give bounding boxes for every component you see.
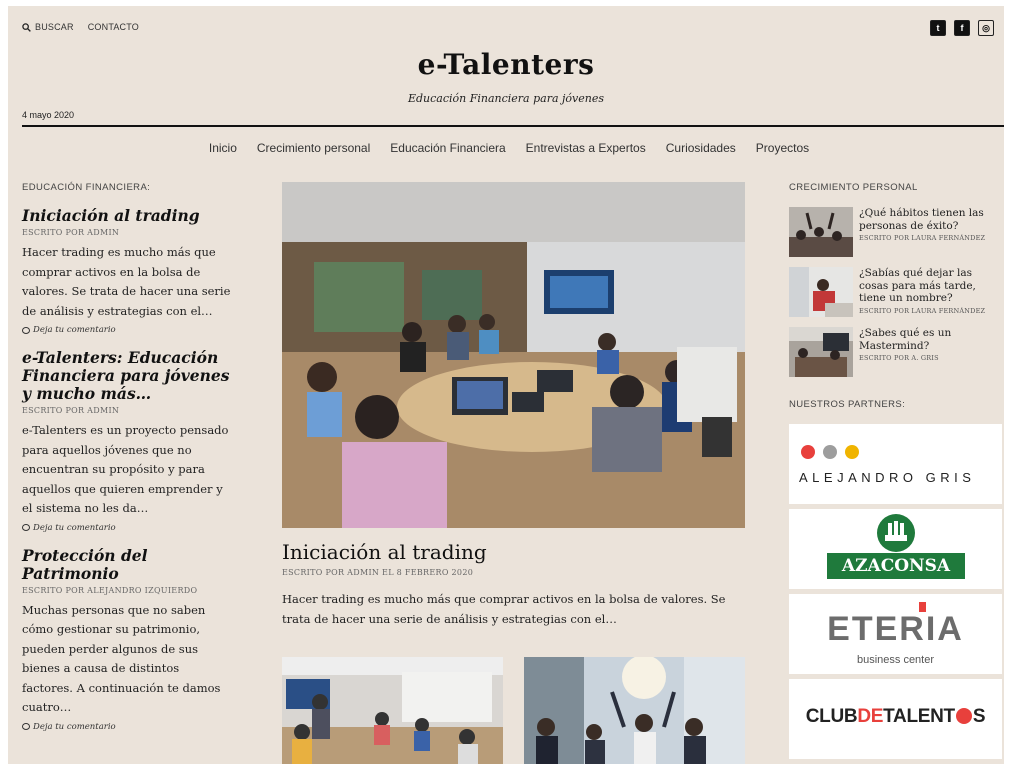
main-nav: Inicio Crecimiento personal Educación Fi…: [8, 141, 1004, 155]
comment-label: Deja tu comentario: [33, 325, 116, 335]
comment-label: Deja tu comentario: [33, 522, 116, 533]
header-divider: [22, 125, 1004, 127]
post-title[interactable]: e-Talenters: Educación Financiera para j…: [22, 349, 232, 403]
featured-byline: ESCRITO POR ADMIN EL 8 FEBRERO 2020: [282, 568, 474, 577]
post-excerpt: e-Talenters es un proyecto pensado para …: [22, 423, 229, 515]
section-heading: CRECIMIENTO PERSONAL: [789, 182, 918, 193]
ship-logo-icon: [877, 514, 915, 552]
comment-label: Deja tu comentario: [33, 721, 116, 732]
list-item: Iniciación al trading ESCRITO POR ADMIN …: [22, 207, 232, 335]
social-links: t f ◎: [930, 20, 994, 36]
post-byline: ESCRITO POR A. GRIS: [859, 354, 939, 362]
site-tagline: Educación Financiera para jóvenes: [407, 92, 605, 105]
nav-item-crecimiento-personal[interactable]: Crecimiento personal: [257, 141, 370, 155]
nav-item-entrevistas[interactable]: Entrevistas a Expertos: [526, 141, 646, 155]
page: BUSCAR CONTACTO t f ◎ e-Talenters Educac…: [8, 6, 1004, 764]
partner-logo-dots: [801, 445, 859, 459]
post-thumbnail: [789, 327, 853, 377]
search-link[interactable]: BUSCAR: [22, 22, 74, 32]
facebook-icon[interactable]: f: [954, 20, 970, 36]
post-thumbnail: [789, 207, 853, 257]
post-byline: ESCRITO POR LAURA FERNÁNDEZ: [859, 306, 986, 315]
main-column: Iniciación al trading ESCRITO POR ADMIN …: [282, 182, 745, 764]
partners-heading: NUESTROS PARTNERS:: [789, 399, 906, 410]
partner-club-de-talentos[interactable]: CLUBDETALENT S: [789, 679, 1002, 759]
post-title[interactable]: Protección del Patrimonio: [22, 546, 232, 583]
contact-link[interactable]: CONTACTO: [88, 22, 139, 32]
post-byline: ESCRITO POR ADMIN: [22, 406, 120, 415]
post-title: ¿Qué hábitos tienen las personas de éxit…: [859, 207, 984, 232]
post-title: ¿Sabes qué es un Mastermind?: [859, 327, 952, 352]
post-excerpt: Muchas personas que no saben cómo gestio…: [22, 602, 221, 715]
comment-link[interactable]: Deja tu comentario: [22, 325, 232, 335]
comment-link[interactable]: Deja tu comentario: [22, 523, 232, 533]
partner-azaconsa[interactable]: AZACONSA: [789, 509, 1002, 589]
partner-alejandro-gris[interactable]: ALEJANDRO GRIS: [789, 424, 1002, 504]
partner-name: ETERIA: [827, 610, 964, 648]
comment-link[interactable]: Deja tu comentario: [22, 722, 232, 732]
current-date: 4 mayo 2020: [22, 110, 75, 120]
featured-title[interactable]: Iniciación al trading: [282, 540, 745, 564]
twitter-icon[interactable]: t: [930, 20, 946, 36]
partner-eteria[interactable]: ETERIA business center: [789, 594, 1002, 674]
top-links: BUSCAR CONTACTO: [22, 22, 139, 32]
featured-excerpt: Hacer trading es mucho más que comprar a…: [282, 592, 726, 626]
partner-name: ALEJANDRO GRIS: [799, 470, 976, 485]
site-title[interactable]: e-Talenters: [8, 48, 1004, 81]
partner-subtitle: business center: [856, 654, 935, 666]
partner-name-part: TALENT: [883, 706, 955, 727]
nav-item-inicio[interactable]: Inicio: [209, 141, 237, 155]
comment-icon: [22, 723, 30, 730]
post-thumbnail: [789, 267, 853, 317]
post-byline: ESCRITO POR LAURA FERNÁNDEZ: [859, 234, 986, 242]
nav-item-curiosidades[interactable]: Curiosidades: [666, 141, 736, 155]
post-byline: ESCRITO POR ADMIN: [22, 228, 120, 237]
left-column: EDUCACIÓN FINANCIERA: Iniciación al trad…: [22, 182, 232, 746]
section-heading: EDUCACIÓN FINANCIERA:: [22, 182, 151, 193]
list-item: e-Talenters: Educación Financiera para j…: [22, 349, 232, 533]
post-excerpt: Hacer trading es mucho más que comprar a…: [22, 245, 231, 318]
partner-name-part: S: [972, 706, 986, 727]
post-title: ¿Sabías qué dejar las cosas para más tar…: [859, 267, 976, 304]
list-item[interactable]: ¿Sabes qué es un Mastermind? ESCRITO POR…: [789, 327, 1003, 377]
partner-logo-accent: [919, 602, 926, 612]
post-thumbnail[interactable]: [282, 657, 503, 764]
post-thumbnail[interactable]: [524, 657, 745, 764]
nav-item-proyectos[interactable]: Proyectos: [756, 141, 809, 155]
list-item[interactable]: ¿Qué hábitos tienen las personas de éxit…: [789, 207, 1003, 257]
post-byline: ESCRITO POR ALEJANDRO IZQUIERDO: [22, 585, 198, 595]
nav-item-educacion-financiera[interactable]: Educación Financiera: [390, 141, 505, 155]
partner-name: AZACONSA: [827, 553, 965, 579]
partner-name: CLUBDETALENT S: [789, 706, 1002, 728]
search-label: BUSCAR: [35, 22, 74, 32]
partner-name-part: CLUB: [805, 706, 858, 727]
featured-image[interactable]: [282, 182, 745, 528]
thumbnail-row: [282, 657, 745, 764]
list-item: Protección del Patrimonio ESCRITO POR AL…: [22, 546, 232, 732]
comment-icon: [22, 524, 30, 531]
list-item[interactable]: ¿Sabías qué dejar las cosas para más tar…: [789, 267, 1003, 317]
search-icon: [22, 22, 31, 32]
post-title[interactable]: Iniciación al trading: [22, 207, 232, 225]
partner-name-part: DE: [857, 706, 884, 727]
gear-icon: [955, 708, 972, 724]
instagram-icon[interactable]: ◎: [978, 20, 994, 36]
right-column: CRECIMIENTO PERSONAL ¿Qué hábitos tienen…: [789, 182, 1003, 764]
comment-icon: [22, 326, 30, 334]
